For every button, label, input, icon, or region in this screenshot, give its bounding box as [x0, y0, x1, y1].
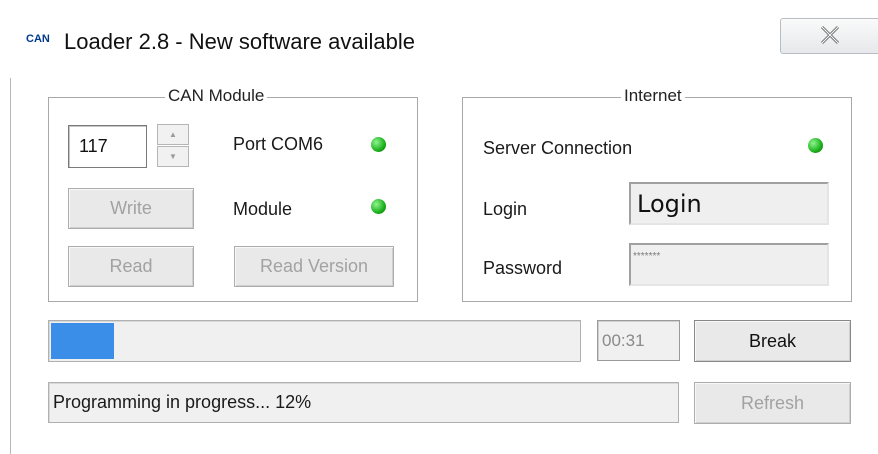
spin-down-button[interactable]: ▼ [157, 146, 189, 167]
internet-legend: Internet [621, 86, 685, 106]
spin-up-button[interactable]: ▲ [157, 124, 189, 145]
can-module-group: CAN Module 117 ▲ ▼ Port COM6 Write Modul… [48, 86, 418, 302]
password-input[interactable]: ******* [629, 243, 829, 286]
port-label: Port COM6 [233, 134, 324, 154]
can-app-icon: CAN [26, 33, 50, 45]
server-connection-label: Server Connection [483, 138, 633, 158]
programming-progress-bar [48, 320, 581, 362]
write-button[interactable]: Write [68, 188, 194, 229]
status-message: Programming in progress... 12% [48, 382, 679, 423]
dialog-client-area: CAN Module 117 ▲ ▼ Port COM6 Write Modul… [10, 78, 878, 454]
chevron-up-icon: ▲ [169, 130, 177, 139]
loader-window: CAN Loader 2.8 - New software available … [10, 0, 878, 454]
read-button[interactable]: Read [68, 246, 194, 287]
address-spinner[interactable]: ▲ ▼ [157, 124, 189, 168]
refresh-button[interactable]: Refresh [694, 382, 851, 424]
password-label: Password [483, 258, 563, 278]
window-title: Loader 2.8 - New software available [64, 29, 415, 54]
login-input[interactable]: Login [629, 182, 829, 225]
close-icon [820, 25, 840, 45]
elapsed-timer: 00:31 [597, 320, 680, 361]
close-button[interactable] [780, 18, 878, 54]
module-address-input[interactable]: 117 [68, 125, 147, 168]
break-button[interactable]: Break [694, 320, 851, 362]
server-status-led [808, 138, 823, 153]
title-bar: CAN Loader 2.8 - New software available [10, 0, 878, 80]
internet-group: Internet Server Connection Login Login P… [462, 86, 852, 302]
login-label: Login [483, 199, 528, 219]
chevron-down-icon: ▼ [169, 152, 177, 161]
module-label: Module [233, 199, 293, 219]
progress-fill [51, 323, 114, 359]
can-module-legend: CAN Module [165, 86, 268, 106]
module-status-led [371, 199, 386, 214]
read-version-button[interactable]: Read Version [234, 246, 394, 287]
port-status-led [371, 137, 386, 152]
